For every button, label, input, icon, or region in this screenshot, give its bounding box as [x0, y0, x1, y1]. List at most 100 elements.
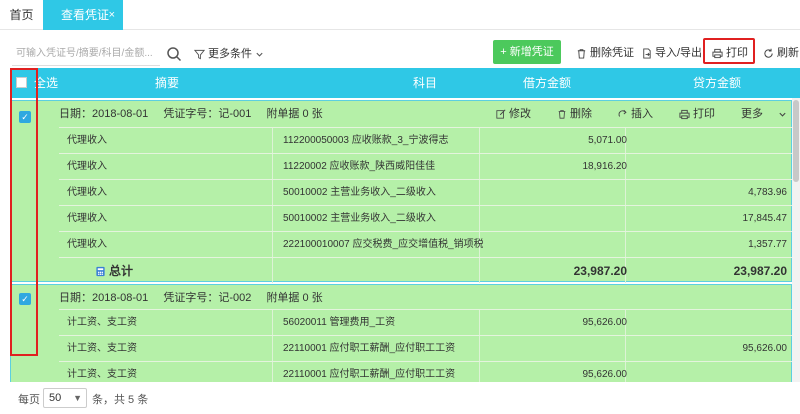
credit-cell	[635, 362, 787, 382]
column-divider	[272, 180, 273, 205]
voucher-attachments: 附单据 0 张	[266, 108, 323, 120]
table-row[interactable]: 计工资、支工资 56020011 管理费用_工资 95,626.00	[59, 309, 792, 335]
column-divider	[272, 154, 273, 179]
summary-cell: 代理收入	[67, 239, 107, 250]
header-summary: 摘要	[155, 76, 180, 90]
edit-icon	[496, 109, 506, 119]
per-page-select[interactable]: 50 ▼	[43, 388, 87, 408]
import-export-label: 导入/导出	[655, 47, 703, 59]
summary-cell: 计工资、支工资	[67, 343, 137, 354]
subject-cell: 11220002 应收账款_陕西威阳佳佳	[283, 161, 436, 172]
calculator-icon	[96, 266, 105, 276]
subject-cell: 50010002 主营业务收入_二级收入	[283, 187, 436, 198]
row-print-button[interactable]: 打印	[679, 101, 727, 127]
summary-cell: 代理收入	[67, 161, 107, 172]
toolbar: 可输入凭证号/摘要/科目/金额... 更多条件 + 新增凭证 删除凭证 导入/导…	[0, 30, 800, 68]
total-row: 总计 23,987.20 23,987.20	[59, 257, 792, 283]
more-filters-dropdown[interactable]: 更多条件	[194, 46, 264, 62]
search-icon[interactable]	[166, 46, 182, 62]
table-row[interactable]: 代理收入 112200050003 应收账款_3_宁波得志 5,071.00	[59, 127, 792, 153]
voucher-number: 凭证字号：记-001	[163, 108, 252, 120]
total-credit: 23,987.20	[733, 264, 787, 278]
subject-cell: 222100010007 应交税费_应交增值税_销项税额	[283, 239, 483, 250]
credit-cell: 4,783.96	[748, 187, 787, 198]
column-divider	[272, 206, 273, 231]
subject-cell: 22110001 应付职工薪酬_应付职工工资	[283, 343, 456, 354]
table-row[interactable]: 代理收入 50010002 主营业务收入_二级收入 4,783.96	[59, 179, 792, 205]
more-dropdown[interactable]: 更多	[741, 101, 787, 127]
column-divider	[272, 128, 273, 153]
trash-icon	[577, 48, 586, 59]
print-label: 打印	[693, 108, 715, 120]
table-row[interactable]: 代理收入 222100010007 应交税费_应交增值税_销项税额 1,357.…	[59, 231, 792, 257]
row-delete-button[interactable]: 删除	[557, 101, 604, 127]
delete-label: 删除	[570, 108, 592, 120]
column-divider	[479, 258, 480, 283]
insert-label: 插入	[631, 108, 653, 120]
delete-voucher-label: 删除凭证	[590, 47, 634, 59]
search-input[interactable]: 可输入凭证号/摘要/科目/金额...	[12, 42, 160, 66]
edit-label: 修改	[509, 108, 531, 120]
tab-bar: 首页 查看凭证 ×	[0, 0, 800, 30]
insert-button[interactable]: 插入	[618, 101, 665, 127]
debit-cell: 95,626.00	[582, 369, 628, 380]
debit-cell: 18,916.20	[582, 161, 628, 172]
table-row[interactable]: 代理收入 50010002 主营业务收入_二级收入 17,845.47	[59, 205, 792, 231]
subject-cell: 56020011 管理费用_工资	[283, 317, 396, 328]
credit-cell: 1,357.77	[748, 239, 787, 250]
voucher-date: 日期：2018-08-01	[59, 108, 149, 120]
print-highlight-box	[703, 38, 755, 64]
debit-cell	[489, 232, 627, 258]
credit-cell	[635, 154, 787, 180]
tab-label: 查看凭证	[61, 8, 110, 22]
import-export-button[interactable]: 导入/导出	[641, 44, 702, 62]
tab-view-vouchers[interactable]: 查看凭证 ×	[43, 0, 123, 30]
voucher-actions: 修改 删除 插入 打印 更多	[496, 101, 787, 127]
chevron-down-icon	[256, 52, 263, 57]
summary-cell: 代理收入	[67, 135, 107, 146]
credit-cell: 95,626.00	[742, 343, 788, 354]
delete-voucher-button[interactable]: 删除凭证	[576, 44, 634, 62]
refresh-icon	[764, 48, 773, 58]
credit-cell	[635, 128, 787, 154]
header-subject: 科目	[413, 76, 438, 90]
table-row[interactable]: 计工资、支工资 22110001 应付职工薪酬_应付职工工资 95,626.00	[59, 335, 792, 361]
close-icon[interactable]: ×	[109, 0, 115, 30]
subject-cell: 112200050003 应收账款_3_宁波得志	[283, 135, 449, 146]
tab-home[interactable]: 首页	[0, 0, 43, 30]
summary-cell: 计工资、支工资	[67, 369, 137, 380]
column-divider	[272, 362, 273, 382]
filter-icon	[194, 49, 205, 59]
refresh-button[interactable]: 刷新	[763, 44, 799, 62]
insert-icon	[618, 109, 627, 117]
voucher-card[interactable]: ✓ 日期：2018-08-01 凭证字号：记-001 附单据 0 张 修改 删除	[10, 100, 792, 283]
credit-cell: 17,845.47	[742, 213, 788, 224]
checkbox-column-highlight-box	[10, 68, 38, 356]
voucher-attachments: 附单据 0 张	[266, 292, 323, 304]
table-row[interactable]: 代理收入 11220002 应收账款_陕西威阳佳佳 18,916.20	[59, 153, 792, 179]
debit-cell	[489, 180, 627, 206]
summary-cell: 计工资、支工资	[67, 317, 137, 328]
debit-cell	[489, 336, 627, 362]
add-voucher-button[interactable]: + 新增凭证	[493, 40, 561, 64]
column-divider	[272, 336, 273, 361]
scrollbar-thumb[interactable]	[793, 100, 799, 182]
total-label-cell: 总计	[95, 258, 215, 284]
per-page-label: 每页	[18, 394, 40, 406]
total-label: 总计	[109, 264, 134, 278]
header-debit: 借方金额	[523, 76, 572, 90]
voucher-list: ✓ 日期：2018-08-01 凭证字号：记-001 附单据 0 张 修改 删除	[10, 98, 792, 382]
table-row[interactable]: 计工资、支工资 22110001 应付职工薪酬_应付职工工资 95,626.00	[59, 361, 792, 382]
subject-cell: 50010002 主营业务收入_二级收入	[283, 213, 436, 224]
column-divider	[272, 310, 273, 335]
edit-button[interactable]: 修改	[496, 101, 543, 127]
column-divider	[272, 232, 273, 257]
voucher-number: 凭证字号：记-002	[163, 292, 252, 304]
voucher-header: 日期：2018-08-01 凭证字号：记-001 附单据 0 张 修改 删除 插…	[59, 101, 792, 127]
voucher-card[interactable]: ✓ 日期：2018-08-01 凭证字号：记-002 附单据 0 张 计工资、支…	[10, 284, 792, 382]
subject-cell: 22110001 应付职工薪酬_应付职工工资	[283, 369, 456, 380]
summary-cell: 代理收入	[67, 213, 107, 224]
printer-icon	[679, 109, 690, 119]
debit-cell	[489, 206, 627, 232]
debit-cell: 5,071.00	[588, 135, 627, 146]
